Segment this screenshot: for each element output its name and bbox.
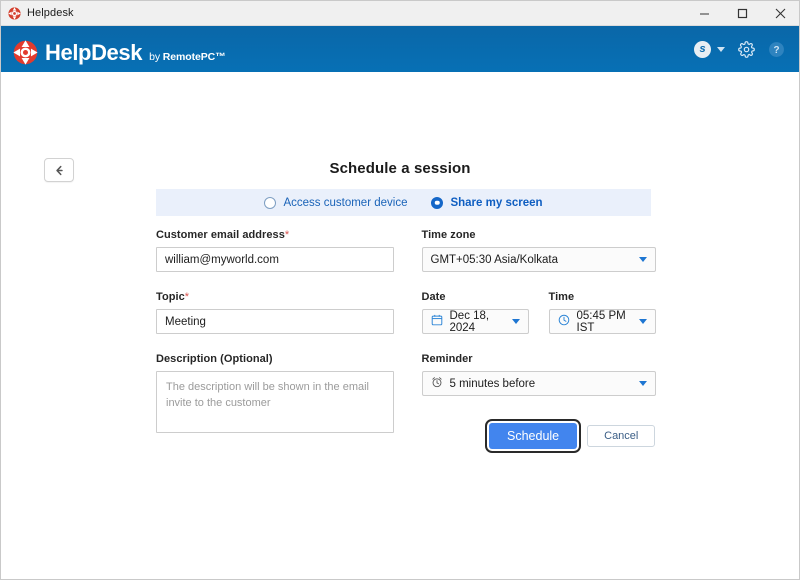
radio-label: Access customer device [283, 197, 407, 209]
maximize-icon[interactable] [723, 1, 761, 25]
chevron-down-icon [512, 319, 520, 324]
lifebuoy-icon [8, 7, 21, 20]
gear-icon[interactable] [738, 41, 755, 58]
schedule-button[interactable]: Schedule [489, 423, 577, 449]
field-date-time: Date Dec 18, [422, 291, 657, 334]
form-row-1: Customer email address* william@myworld.… [156, 229, 656, 272]
reminder-select[interactable]: 5 minutes before [422, 371, 657, 396]
app-header: HelpDesk by RemotePC™ s ? [1, 26, 799, 72]
field-description: Description (Optional) The description w… [156, 353, 394, 433]
date-value: Dec 18, 2024 [450, 310, 505, 334]
radio-share-my-screen[interactable]: Share my screen [431, 197, 542, 209]
label-text: Customer email address [156, 229, 285, 241]
cancel-button[interactable]: Cancel [587, 425, 655, 447]
label-date: Date [422, 291, 529, 303]
label-topic: Topic* [156, 291, 394, 303]
radio-access-customer-device[interactable]: Access customer device [264, 197, 407, 209]
label-timezone: Time zone [422, 229, 657, 241]
customer-email-input[interactable]: william@myworld.com [156, 247, 394, 272]
lifebuoy-icon [13, 40, 38, 65]
main-content: Schedule a session Access customer devic… [1, 72, 799, 579]
brand-by-prefix: by [149, 51, 163, 63]
close-icon[interactable] [761, 1, 799, 25]
clock-icon [558, 314, 570, 329]
brand-name: HelpDesk [45, 42, 142, 64]
topic-input[interactable]: Meeting [156, 309, 394, 334]
page-title: Schedule a session [1, 160, 799, 177]
form-actions: Schedule Cancel [489, 423, 655, 449]
chevron-down-icon [639, 257, 647, 262]
time-value: 05:45 PM IST [577, 310, 632, 334]
brand: HelpDesk by RemotePC™ [13, 35, 226, 64]
field-timezone: Time zone GMT+05:30 Asia/Kolkata [422, 229, 657, 272]
label-description: Description (Optional) [156, 353, 394, 365]
brand-by-tm: ™ [215, 51, 225, 63]
field-topic: Topic* Meeting [156, 291, 394, 334]
radio-indicator-selected [431, 197, 443, 209]
date-picker[interactable]: Dec 18, 2024 [422, 309, 529, 334]
date-time-row: Date Dec 18, [422, 291, 657, 334]
session-mode-radio-group: Access customer device Share my screen [156, 189, 651, 216]
calendar-icon [431, 314, 443, 329]
window-title: Helpdesk [27, 7, 74, 19]
svg-text:?: ? [773, 45, 779, 56]
brand-by-product: RemotePC [163, 51, 215, 63]
question-mark-icon[interactable]: ? [768, 41, 785, 58]
required-mark: * [285, 229, 289, 241]
field-reminder: Reminder 5 minutes before [422, 353, 657, 433]
required-mark: * [185, 291, 189, 303]
description-textarea[interactable]: The description will be shown in the ema… [156, 371, 394, 433]
field-time: Time 05:45 PM IST [549, 291, 656, 334]
alarm-clock-icon [431, 376, 443, 391]
label-text: Topic [156, 291, 185, 303]
chevron-down-icon [639, 381, 647, 386]
schedule-form: Customer email address* william@myworld.… [156, 229, 656, 433]
form-row-2: Topic* Meeting Date [156, 291, 656, 334]
radio-label: Share my screen [450, 197, 542, 209]
form-row-3: Description (Optional) The description w… [156, 353, 656, 433]
avatar[interactable]: s [694, 41, 711, 58]
reminder-value: 5 minutes before [450, 378, 633, 390]
window-controls [685, 1, 799, 25]
field-customer-email: Customer email address* william@myworld.… [156, 229, 394, 272]
chevron-down-icon[interactable] [717, 47, 725, 52]
timezone-select[interactable]: GMT+05:30 Asia/Kolkata [422, 247, 657, 272]
radio-indicator [264, 197, 276, 209]
chevron-down-icon [639, 319, 647, 324]
titlebar-left: Helpdesk [1, 7, 74, 20]
label-reminder: Reminder [422, 353, 657, 365]
header-actions: s ? [694, 41, 785, 58]
time-picker[interactable]: 05:45 PM IST [549, 309, 656, 334]
window-titlebar: Helpdesk [1, 1, 799, 26]
field-date: Date Dec 18, [422, 291, 529, 334]
label-customer-email: Customer email address* [156, 229, 394, 241]
app-window: Helpdesk [0, 0, 800, 580]
timezone-value: GMT+05:30 Asia/Kolkata [431, 254, 633, 266]
label-time: Time [549, 291, 656, 303]
brand-byline: by RemotePC™ [149, 52, 225, 63]
minimize-icon[interactable] [685, 1, 723, 25]
